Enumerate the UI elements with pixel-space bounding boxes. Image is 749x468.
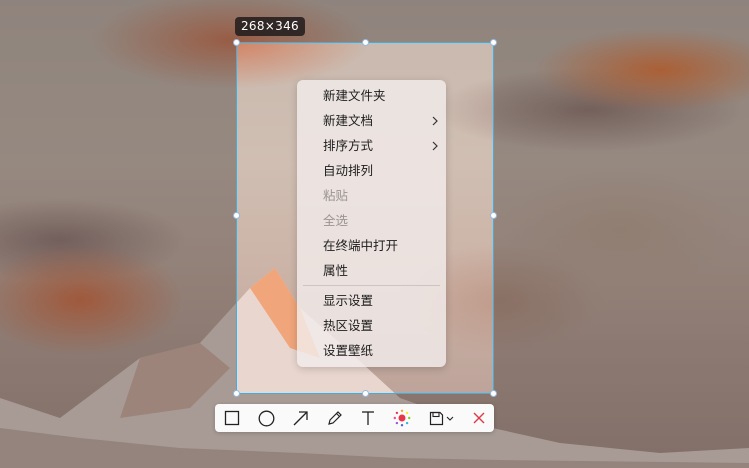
menu-item-display-settings[interactable]: 显示设置: [297, 289, 446, 313]
resize-handle-bottom-left[interactable]: [233, 390, 240, 397]
menu-item-sort-by[interactable]: 排序方式: [297, 134, 446, 158]
close-tool-button[interactable]: [468, 408, 490, 428]
menu-item-label: 新建文档: [323, 113, 374, 128]
pencil-icon: [327, 410, 342, 425]
close-icon: [473, 412, 485, 424]
selection-size-label: 268×346: [235, 17, 305, 36]
menu-item-properties[interactable]: 属性: [297, 259, 446, 283]
resize-handle-left[interactable]: [233, 212, 240, 219]
circle-icon: [258, 410, 274, 426]
menu-item-hot-corner-settings[interactable]: 热区设置: [297, 314, 446, 338]
text-icon: [362, 411, 374, 425]
dim-overlay-right: [494, 42, 749, 394]
menu-item-label: 设置壁纸: [323, 343, 374, 358]
menu-item-label: 自动排列: [323, 163, 374, 178]
menu-item-label: 粘贴: [323, 188, 349, 203]
pen-tool-button[interactable]: [323, 408, 345, 428]
menu-item-label: 全选: [323, 213, 349, 228]
menu-item-open-in-terminal[interactable]: 在终端中打开: [297, 234, 446, 258]
resize-handle-top-left[interactable]: [233, 39, 240, 46]
color-picker-icon: [393, 409, 411, 427]
menu-item-set-wallpaper[interactable]: 设置壁纸: [297, 339, 446, 363]
resize-handle-right[interactable]: [490, 212, 497, 219]
resize-handle-bottom[interactable]: [362, 390, 369, 397]
color-tool-button[interactable]: [391, 408, 413, 428]
screenshot-toolbar: [215, 404, 494, 432]
dim-overlay-top: [0, 0, 749, 42]
menu-item-select-all: 全选: [297, 209, 446, 233]
square-icon: [224, 410, 240, 426]
resize-handle-bottom-right[interactable]: [490, 390, 497, 397]
ellipse-tool-button[interactable]: [255, 408, 277, 428]
menu-item-new-folder[interactable]: 新建文件夹: [297, 84, 446, 108]
menu-item-new-document[interactable]: 新建文档: [297, 109, 446, 133]
menu-item-paste: 粘贴: [297, 184, 446, 208]
arrow-tool-button[interactable]: [289, 408, 311, 428]
menu-item-label: 热区设置: [323, 318, 374, 333]
resize-handle-top-right[interactable]: [490, 39, 497, 46]
save-tool-button[interactable]: [425, 408, 457, 428]
resize-handle-top[interactable]: [362, 39, 369, 46]
menu-item-label: 新建文件夹: [323, 88, 386, 103]
menu-separator: [303, 285, 440, 286]
menu-item-label: 属性: [323, 263, 349, 278]
chevron-right-icon: [432, 141, 438, 151]
text-tool-button[interactable]: [357, 408, 379, 428]
menu-item-auto-arrange[interactable]: 自动排列: [297, 159, 446, 183]
dim-overlay-left: [0, 42, 236, 394]
chevron-right-icon: [432, 116, 438, 126]
arrow-icon: [293, 410, 308, 425]
menu-item-label: 在终端中打开: [323, 238, 399, 253]
rectangle-tool-button[interactable]: [221, 408, 243, 428]
chevron-down-icon: [446, 416, 453, 421]
save-icon: [429, 411, 443, 425]
menu-item-label: 显示设置: [323, 293, 374, 308]
menu-item-label: 排序方式: [323, 138, 374, 153]
desktop-context-menu: 新建文件夹 新建文档 排序方式 自动排列 粘贴 全选 在终端中打开 属性 显示设…: [297, 80, 446, 367]
